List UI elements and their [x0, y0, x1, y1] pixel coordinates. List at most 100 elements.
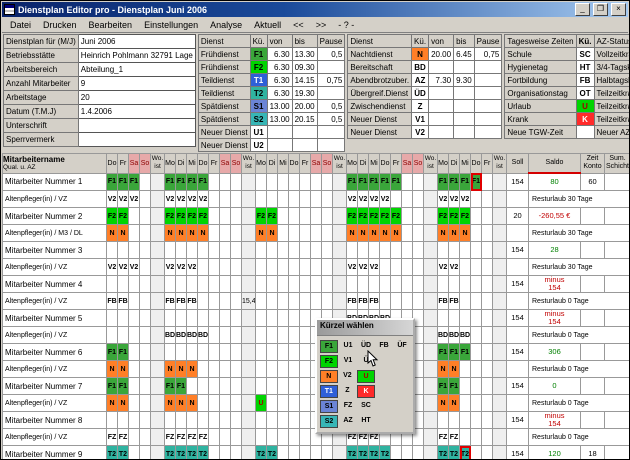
dienst-bis[interactable]	[453, 60, 475, 74]
shift-cell[interactable]	[437, 411, 449, 429]
shift-cell[interactable]	[481, 343, 493, 361]
field-value[interactable]: Abteilung_1	[77, 62, 196, 77]
shift-cell[interactable]	[299, 224, 311, 242]
shift-cell[interactable]	[299, 377, 311, 395]
shift-cell[interactable]	[106, 309, 118, 327]
shift-cell[interactable]: N	[448, 394, 460, 412]
field-value[interactable]	[77, 132, 196, 147]
shift-cell[interactable]	[470, 360, 482, 378]
shift-cell[interactable]	[288, 258, 300, 276]
shift-cell[interactable]: N	[390, 224, 402, 242]
shift-cell[interactable]	[401, 292, 413, 310]
shift-cell[interactable]	[470, 309, 482, 327]
dienst-von[interactable]: 13.00	[266, 99, 293, 113]
shift-cell[interactable]: F1	[106, 343, 118, 361]
shift-cell[interactable]: F1	[186, 172, 198, 191]
shift-cell[interactable]: F2	[117, 207, 129, 225]
shift-cell[interactable]: FZ	[437, 428, 449, 446]
shift-cell[interactable]	[230, 292, 242, 310]
shift-cell[interactable]	[277, 343, 289, 361]
shift-cell[interactable]	[219, 428, 231, 446]
shift-cell[interactable]: FB	[106, 292, 118, 310]
shift-cell[interactable]: FB	[346, 292, 358, 310]
dienst-pause[interactable]	[316, 138, 346, 152]
shift-cell[interactable]: F1	[437, 343, 449, 361]
shift-cell[interactable]: BD	[197, 326, 209, 344]
shift-cell[interactable]	[481, 172, 493, 191]
shift-cell[interactable]	[219, 172, 231, 191]
shift-cell[interactable]	[266, 190, 278, 208]
shift-cell[interactable]: F1	[117, 343, 129, 361]
shift-cell[interactable]: T2	[437, 445, 449, 459]
shift-cell[interactable]	[128, 360, 140, 378]
shift-cell[interactable]: T2	[106, 445, 118, 459]
shift-cell[interactable]	[186, 343, 198, 361]
shift-cell[interactable]	[437, 309, 449, 327]
shift-cell[interactable]	[139, 241, 151, 259]
shift-cell[interactable]	[459, 309, 471, 327]
dienst-bis[interactable]: 09.30	[291, 60, 318, 74]
shift-cell[interactable]	[230, 172, 242, 191]
shift-cell[interactable]	[197, 309, 209, 327]
shift-cell[interactable]	[277, 445, 289, 459]
popup-code-s1[interactable]: S1	[320, 400, 338, 413]
field-value[interactable]: 9	[77, 76, 196, 91]
close-button[interactable]: ×	[611, 3, 626, 16]
tgw-code[interactable]: FB	[575, 73, 595, 87]
dienst-pause[interactable]: 0,5	[316, 47, 346, 61]
shift-cell[interactable]	[255, 377, 267, 395]
dienst-pause[interactable]	[473, 60, 503, 74]
shift-cell[interactable]	[481, 445, 493, 459]
shift-cell[interactable]	[470, 377, 482, 395]
dienst-code[interactable]: S2	[249, 112, 268, 126]
shift-cell[interactable]	[208, 224, 220, 242]
shift-cell[interactable]	[175, 241, 187, 259]
shift-cell[interactable]	[128, 428, 140, 446]
dienst-bis[interactable]	[453, 86, 475, 100]
shift-cell[interactable]: V2	[357, 258, 369, 276]
shift-cell[interactable]	[139, 428, 151, 446]
shift-cell[interactable]	[288, 377, 300, 395]
dienst-bis[interactable]: 20.15	[291, 112, 318, 126]
shift-cell[interactable]: F1	[164, 377, 176, 395]
shift-cell[interactable]	[390, 190, 402, 208]
popup-code-sc[interactable]: SC	[358, 400, 374, 411]
shift-cell[interactable]	[175, 275, 187, 293]
shift-cell[interactable]	[139, 394, 151, 412]
shift-cell[interactable]	[299, 207, 311, 225]
dienst-von[interactable]: 13.00	[266, 112, 293, 126]
shift-cell[interactable]	[139, 343, 151, 361]
shift-cell[interactable]	[459, 394, 471, 412]
shift-cell[interactable]: N	[255, 224, 267, 242]
shift-cell[interactable]	[437, 275, 449, 293]
menu-item-6[interactable]: <<	[287, 19, 310, 31]
shift-cell[interactable]	[219, 309, 231, 327]
shift-cell[interactable]	[321, 172, 333, 191]
shift-cell[interactable]	[310, 224, 322, 242]
tgw-code[interactable]: OT	[575, 86, 595, 100]
shift-cell[interactable]	[208, 275, 220, 293]
shift-cell[interactable]	[266, 275, 278, 293]
dienst-code[interactable]: U1	[249, 125, 268, 139]
shift-cell[interactable]	[448, 275, 460, 293]
shift-cell[interactable]	[379, 292, 391, 310]
shift-cell[interactable]: FZ	[186, 428, 198, 446]
shift-cell[interactable]: U	[255, 394, 267, 412]
shift-cell[interactable]	[390, 241, 402, 259]
shift-cell[interactable]: BD	[459, 326, 471, 344]
shift-cell[interactable]	[266, 172, 278, 191]
shift-cell[interactable]	[346, 241, 358, 259]
shift-cell[interactable]: F2	[379, 207, 391, 225]
shift-cell[interactable]	[208, 377, 220, 395]
shift-cell[interactable]: N	[186, 360, 198, 378]
shift-cell[interactable]	[481, 275, 493, 293]
shift-cell[interactable]	[277, 172, 289, 191]
dienst-bis[interactable]: 9.30	[453, 73, 475, 87]
shift-cell[interactable]	[481, 326, 493, 344]
shift-cell[interactable]	[208, 343, 220, 361]
tgw-code[interactable]: U	[575, 99, 595, 113]
shift-cell[interactable]	[266, 343, 278, 361]
shift-cell[interactable]	[390, 258, 402, 276]
shift-cell[interactable]	[186, 241, 198, 259]
shift-cell[interactable]	[255, 360, 267, 378]
